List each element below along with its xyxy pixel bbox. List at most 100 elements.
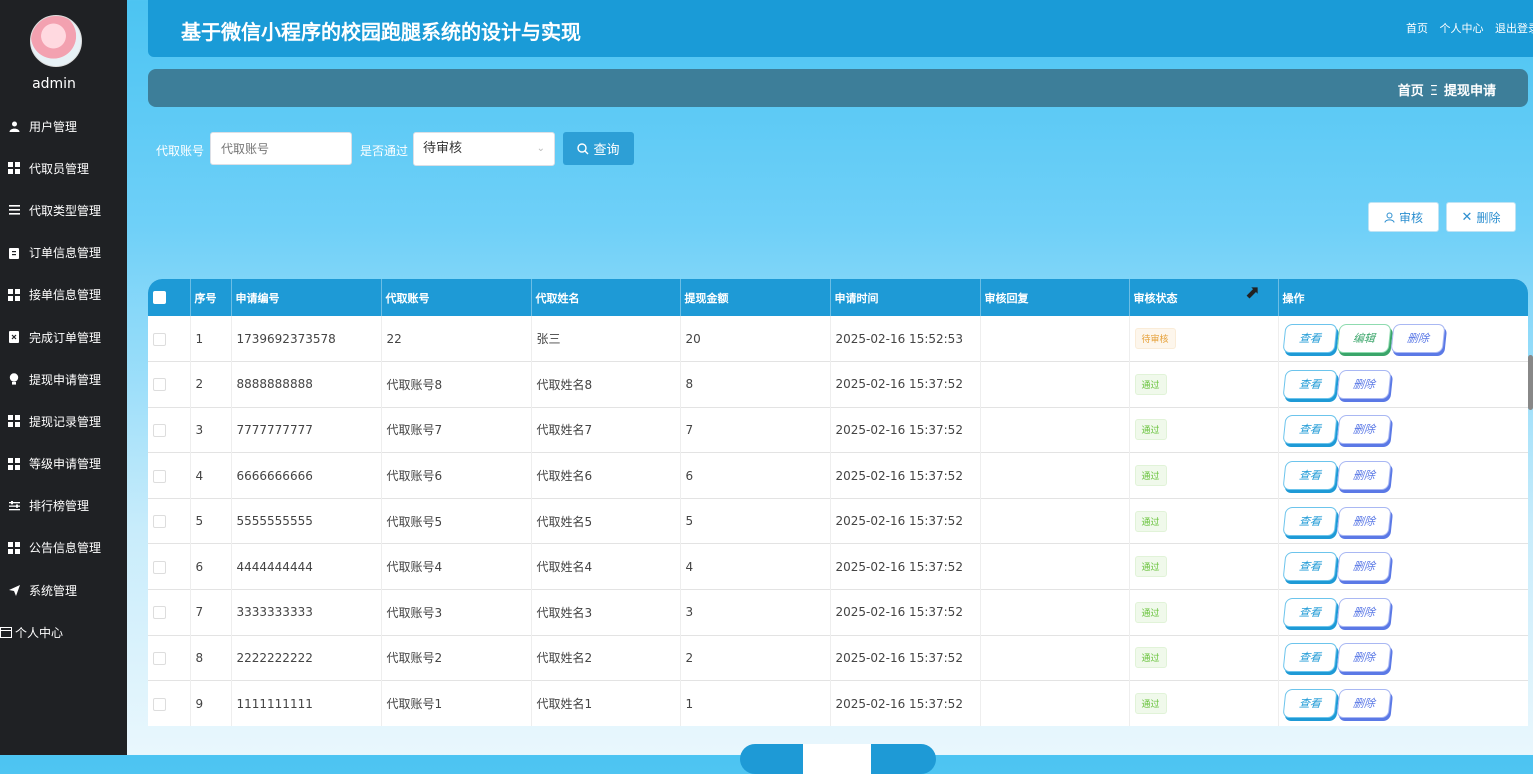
sidebar-item-label: 个人中心 (15, 625, 64, 640)
sidebar-item[interactable]: 用户管理 (0, 105, 127, 147)
sidebar-menu: 用户管理 代取员管理 代取类型管理订单信息管理接单信息管理 完成订单管理 提现申请管理提… (0, 105, 127, 653)
cell-no: 2 (190, 361, 232, 408)
cell-reply (980, 543, 1130, 590)
view-button[interactable]: 查看 (1281, 324, 1338, 354)
col-header: 序号 (190, 279, 232, 316)
card-icon (0, 626, 12, 638)
chevron-down-icon: ⌄ (536, 143, 545, 154)
cell-name: 代取姓名7 (531, 407, 681, 453)
sidebar-item[interactable]: 等级申请管理 (0, 443, 127, 485)
view-button[interactable]: 查看 (1281, 689, 1338, 719)
row-delete-button[interactable]: 删除 (1335, 689, 1392, 719)
cell-amount: 1 (680, 680, 831, 726)
sidebar-item[interactable]: 提现记录管理 (0, 400, 127, 442)
view-button[interactable]: 查看 (1281, 597, 1338, 627)
sidebar-item-label: 提现记录管理 (29, 414, 102, 429)
row-checkbox[interactable] (153, 332, 166, 346)
sidebar-item[interactable]: 提现申请管理 (0, 358, 127, 400)
cell-no: 7 (190, 589, 232, 636)
pagination-current[interactable] (803, 744, 871, 774)
sidebar-item-label: 订单信息管理 (29, 246, 102, 261)
row-delete-button[interactable]: 删除 (1335, 415, 1392, 445)
row-checkbox[interactable] (153, 469, 166, 483)
sidebar-item[interactable]: 公告信息管理 (0, 527, 127, 569)
data-table: 序号 申请编号 代取账号 代取姓名 提现金额 申请时间 审核回复 审核状态 操作… (148, 279, 1528, 726)
row-checkbox[interactable] (153, 651, 166, 665)
view-button[interactable]: 查看 (1281, 506, 1338, 536)
cell-reply (980, 407, 1130, 453)
row-checkbox[interactable] (153, 515, 166, 529)
row-checkbox[interactable] (153, 560, 166, 574)
close-icon: ✕ (1461, 209, 1473, 225)
table-row: 6 4444444444 代取账号4 代取姓名4 4 2025-02-16 15:37:5… (148, 543, 1528, 590)
search-icon (577, 142, 589, 154)
row-delete-button[interactable]: 删除 (1335, 597, 1392, 627)
row-checkbox[interactable] (153, 378, 166, 392)
cell-account: 代取账号4 (381, 543, 532, 590)
scrollbar[interactable] (1528, 355, 1533, 410)
cell-actions: 查看 编辑 删除 (1278, 316, 1528, 362)
header-link-logout[interactable]: 退出登录 (1495, 22, 1533, 35)
row-delete-button[interactable]: 删除 (1335, 369, 1392, 399)
pass-select[interactable]: 待审核 ⌄ (413, 132, 555, 166)
query-button[interactable]: 查询 (563, 132, 634, 165)
row-delete-button[interactable]: 删除 (1335, 506, 1392, 536)
sidebar-item[interactable]: 排行榜管理 (0, 485, 127, 527)
sidebar-item-label: 系统管理 (29, 583, 78, 598)
sidebar-item[interactable]: 接单信息管理 (0, 274, 127, 316)
row-delete-button[interactable]: 删除 (1335, 461, 1392, 491)
grid-icon (8, 415, 20, 428)
cell-amount: 3 (680, 589, 831, 636)
sidebar-item[interactable]: 完成订单管理 (0, 316, 127, 358)
row-checkbox[interactable] (153, 697, 166, 711)
sidebar-item[interactable]: 代取员管理 (0, 147, 127, 189)
edit-button[interactable]: 编辑 (1335, 324, 1392, 354)
view-button[interactable]: 查看 (1281, 461, 1338, 491)
cell-status: 通过 (1129, 589, 1279, 636)
cell-reply (980, 589, 1130, 636)
pass-select-value: 待审核 (423, 141, 463, 156)
cell-select (148, 680, 191, 726)
row-delete-button[interactable]: 删除 (1389, 324, 1446, 354)
row-delete-button[interactable]: 删除 (1335, 552, 1392, 582)
sidebar-item[interactable]: 代取类型管理 (0, 189, 127, 231)
review-button[interactable]: 审核 (1368, 202, 1439, 232)
row-delete-button[interactable]: 删除 (1335, 643, 1392, 673)
avatar[interactable] (30, 15, 82, 67)
cell-time: 2025-02-16 15:37:52 (830, 452, 981, 499)
cell-amount: 5 (680, 498, 831, 544)
cell-name: 代取姓名6 (531, 452, 681, 499)
cell-account: 22 (381, 316, 532, 362)
view-button[interactable]: 查看 (1281, 643, 1338, 673)
cell-status: 待审核 (1129, 316, 1279, 362)
cell-reply (980, 635, 1130, 681)
cell-name: 代取姓名8 (531, 361, 681, 408)
delete-button[interactable]: ✕ 删除 (1446, 202, 1516, 232)
col-header: 申请时间 (830, 279, 981, 316)
row-checkbox[interactable] (153, 423, 166, 437)
doc-x-icon (8, 331, 20, 344)
sidebar-item-label: 排行榜管理 (29, 499, 90, 514)
cell-select (148, 543, 191, 590)
breadcrumb-home[interactable]: 首页 (1398, 84, 1424, 99)
row-checkbox[interactable] (153, 606, 166, 620)
view-button[interactable]: 查看 (1281, 552, 1338, 582)
header-link-home[interactable]: 首页 (1406, 22, 1428, 35)
sidebar-item[interactable]: 系统管理 (0, 569, 127, 611)
table-row: 2 8888888888 代取账号8 代取姓名8 8 2025-02-16 15:37:5… (148, 361, 1528, 408)
view-button[interactable]: 查看 (1281, 369, 1338, 399)
header-link-profile[interactable]: 个人中心 (1440, 22, 1484, 35)
col-header: 审核回复 (980, 279, 1130, 316)
grid-icon (8, 457, 20, 470)
grid-icon (8, 288, 20, 301)
select-all-cell (148, 279, 191, 316)
sidebar-item[interactable]: 个人中心 (0, 611, 127, 653)
view-button[interactable]: 查看 (1281, 415, 1338, 445)
cell-reply (980, 498, 1130, 544)
select-all-checkbox[interactable] (153, 291, 166, 305)
review-button-label: 审核 (1398, 210, 1423, 225)
account-input[interactable] (210, 132, 352, 165)
cell-time: 2025-02-16 15:37:52 (830, 635, 981, 681)
sidebar-item[interactable]: 订单信息管理 (0, 232, 127, 274)
cell-status: 通过 (1129, 361, 1279, 408)
